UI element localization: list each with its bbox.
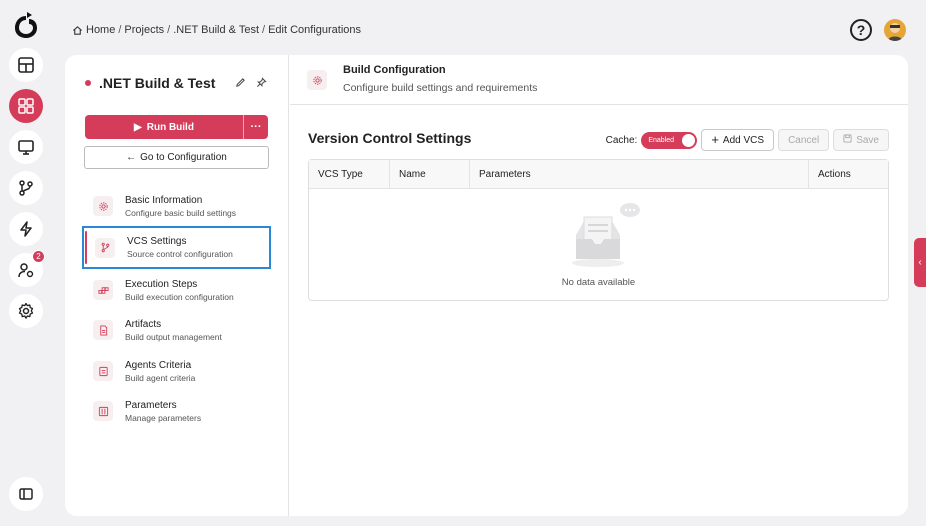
run-build-main[interactable]: ▶ Run Build	[85, 115, 244, 139]
status-dot	[85, 80, 91, 86]
nav-item-parameters[interactable]: Parameters Manage parameters	[85, 391, 270, 431]
nav-item-subtitle: Manage parameters	[125, 412, 202, 423]
column-header-name[interactable]: Name	[390, 160, 470, 189]
content-header: Build Configuration Configure build sett…	[290, 55, 908, 105]
nav-item-title: Parameters	[125, 399, 177, 411]
section-title: Version Control Settings	[308, 130, 472, 146]
settings-icon	[93, 196, 113, 216]
agent-icon	[93, 361, 113, 381]
gear-icon[interactable]	[9, 294, 43, 328]
nav-item-agents-criteria[interactable]: Agents Criteria Build agent criteria	[85, 351, 270, 391]
run-build-button[interactable]: ▶ Run Build ···	[85, 115, 268, 139]
breadcrumb: Home / Projects / .NET Build & Test / Ed…	[72, 24, 361, 36]
side-panel-toggle[interactable]: ‹	[914, 238, 926, 287]
toggle-knob	[682, 133, 696, 147]
pin-icon[interactable]	[256, 77, 267, 91]
run-build-label: Run Build	[146, 121, 194, 133]
breadcrumb-separator: /	[167, 24, 171, 36]
empty-state: No data available	[309, 189, 888, 301]
column-header-vcs-type[interactable]: VCS Type	[309, 160, 390, 189]
nav-item-title: Execution Steps	[125, 278, 198, 290]
add-vcs-label: Add VCS	[722, 134, 765, 146]
play-icon: ▶	[134, 121, 142, 133]
save-icon	[843, 134, 852, 146]
sliders-icon	[93, 401, 113, 421]
go-to-configuration-button[interactable]: ← Go to Configuration	[84, 146, 269, 169]
edit-icon[interactable]	[235, 77, 246, 91]
nav-item-basic-information[interactable]: Basic Information Configure basic build …	[85, 186, 270, 226]
breadcrumb-projects[interactable]: Projects	[124, 24, 164, 36]
git-branch-icon	[95, 237, 115, 258]
help-icon[interactable]: ?	[850, 19, 872, 41]
notification-badge: 2	[32, 250, 45, 263]
app-logo[interactable]	[12, 10, 40, 40]
main-card: .NET Build & Test ▶ Run Build ··· ← Go t…	[65, 55, 908, 516]
nav-item-title: Basic Information	[125, 194, 203, 206]
nav-item-title: Agents Criteria	[125, 359, 192, 371]
settings-icon	[307, 70, 327, 90]
empty-inbox-icon	[572, 203, 640, 267]
avatar[interactable]	[884, 19, 906, 41]
nav-item-subtitle: Build agent criteria	[125, 372, 196, 383]
user-settings-icon[interactable]: 2	[9, 250, 45, 287]
breadcrumb-current: Edit Configurations	[268, 24, 362, 36]
nav-item-subtitle: Source control configuration	[127, 249, 233, 259]
run-build-more-button[interactable]: ···	[244, 115, 268, 139]
cancel-label: Cancel	[788, 134, 820, 146]
breadcrumb-project[interactable]: .NET Build & Test	[173, 24, 259, 36]
nav-item-subtitle: Build execution configuration	[125, 291, 234, 302]
cache-toggle[interactable]: Enabled	[641, 131, 698, 149]
title-actions	[235, 77, 267, 91]
breadcrumb-separator: /	[262, 24, 266, 36]
content-header-title: Build Configuration	[343, 64, 446, 76]
top-right-actions: ?	[850, 19, 906, 41]
nav-item-vcs-settings[interactable]: VCS Settings Source control configuratio…	[82, 226, 271, 269]
nav-item-artifacts[interactable]: Artifacts Build output management	[85, 310, 270, 350]
table-header: VCS Type Name Parameters Actions	[309, 160, 888, 189]
arrow-left-icon: ←	[126, 152, 137, 163]
steps-icon	[93, 280, 113, 300]
monitor-icon[interactable]	[9, 130, 43, 164]
nav-item-subtitle: Build output management	[125, 331, 222, 342]
projects-grid-icon[interactable]	[9, 89, 43, 123]
vcs-toolbar: Cache: Enabled + Add VCS Cancel Save	[606, 129, 889, 151]
home-icon[interactable]	[72, 25, 83, 36]
icon-rail: 2	[0, 0, 52, 526]
empty-state-text: No data available	[561, 277, 636, 288]
project-title: .NET Build & Test	[85, 75, 215, 91]
breadcrumb-home[interactable]: Home	[86, 24, 115, 36]
content-header-subtitle: Configure build settings and requirement…	[343, 82, 538, 94]
nav-item-title: Artifacts	[125, 318, 162, 330]
save-button[interactable]: Save	[833, 129, 889, 151]
file-icon	[93, 320, 113, 340]
cancel-button[interactable]: Cancel	[778, 129, 830, 151]
config-nav-panel: .NET Build & Test ▶ Run Build ··· ← Go t…	[65, 55, 289, 516]
plus-icon: +	[711, 132, 719, 147]
dashboard-icon[interactable]	[9, 48, 43, 82]
git-branch-icon[interactable]	[9, 171, 43, 205]
nav-item-title: VCS Settings	[127, 236, 187, 247]
go-to-configuration-label: Go to Configuration	[140, 152, 227, 163]
project-title-text: .NET Build & Test	[99, 75, 216, 91]
breadcrumb-separator: /	[118, 24, 122, 36]
sidebar-toggle-icon[interactable]	[9, 477, 43, 511]
column-header-actions: Actions	[818, 169, 851, 180]
column-header-parameters[interactable]: Parameters	[470, 160, 809, 189]
lightning-icon[interactable]	[9, 212, 43, 246]
add-vcs-button[interactable]: + Add VCS	[701, 129, 775, 151]
save-label: Save	[856, 134, 879, 146]
vcs-table: VCS Type Name Parameters Actions No data…	[308, 159, 889, 301]
cache-label: Cache:	[605, 134, 638, 146]
nav-item-execution-steps[interactable]: Execution Steps Build execution configur…	[85, 270, 270, 310]
nav-item-subtitle: Configure basic build settings	[125, 207, 237, 218]
cache-toggle-state: Enabled	[648, 136, 675, 144]
